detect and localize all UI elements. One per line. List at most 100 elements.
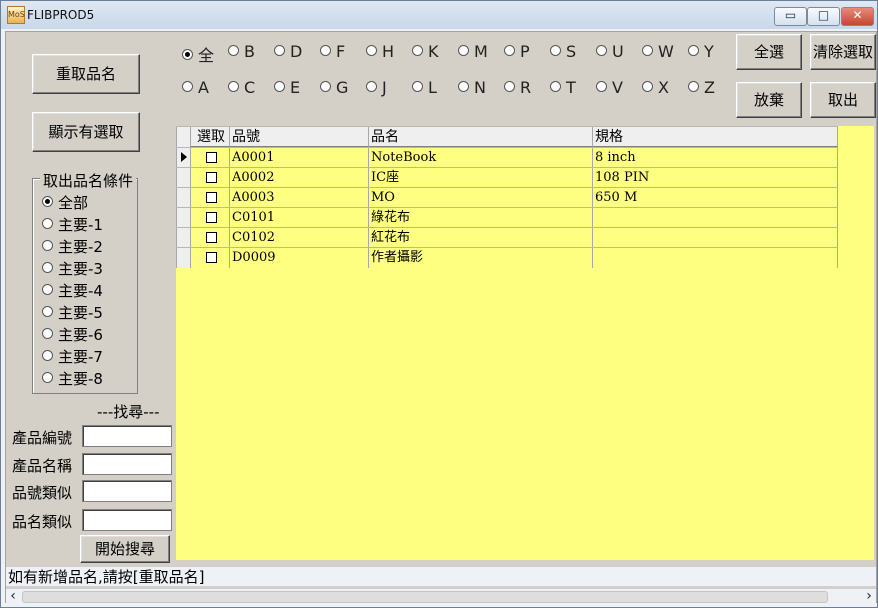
letter-radio-h[interactable]: H [366,42,394,61]
radio-main-5[interactable]: 主要-5 [42,302,103,322]
header-product-id: 品號 [229,127,368,147]
letter-radio-j[interactable]: J [366,78,387,97]
letter-radio-z[interactable]: Z [688,78,715,97]
top-toolbar: 全 B D F H K M P S U W Y A C E G J L N R … [176,32,876,126]
horizontal-scrollbar[interactable]: ‹ › [6,588,876,603]
main-window: MoS FLIBPROD5 ▭ □ ✕ 重取品名 顯示有選取 取出品名條件 全部… [0,0,878,608]
checkbox-icon[interactable] [205,212,217,223]
client-area: 重取品名 顯示有選取 取出品名條件 全部 主要-1 主要-2 主要-3 主要-4… [5,31,877,603]
product-name-cell: MO [368,188,592,208]
product-id-cell: A0003 [229,188,368,208]
radio-icon [458,81,469,92]
letter-radio-u[interactable]: U [596,42,624,61]
show-selected-button[interactable]: 顯示有選取 [32,112,140,152]
letter-radio-r[interactable]: R [504,78,531,97]
table-row[interactable]: A0003 MO 650 M [176,187,838,208]
radio-icon [412,81,423,92]
grid-header: 選取 品號 品名 規格 [176,126,838,147]
table-row[interactable]: D0009 作者攝影 [176,247,838,268]
radio-main-6[interactable]: 主要-6 [42,324,103,344]
checkbox-icon[interactable] [205,252,217,263]
letter-radio-p[interactable]: P [504,42,530,61]
header-corner [176,127,191,147]
letter-radio-v[interactable]: V [596,78,623,97]
row-checkbox-cell[interactable] [190,168,229,188]
letter-filter: 全 B D F H K M P S U W Y A C E G J L N R … [182,40,728,110]
similar-id-label: 品號類似 [12,484,73,502]
row-checkbox-cell[interactable] [190,188,229,208]
row-checkbox-cell[interactable] [190,148,229,168]
spec-cell [592,208,838,228]
minimize-button[interactable]: ▭ [774,7,807,26]
letter-radio-g[interactable]: G [320,78,348,97]
checkbox-icon[interactable] [205,192,217,203]
close-button[interactable]: ✕ [841,7,874,26]
scroll-left-icon[interactable]: ‹ [6,589,20,603]
checkbox-icon[interactable] [205,232,217,243]
spec-cell: 108 PIN [592,168,838,188]
letter-radio-t[interactable]: T [550,78,576,97]
letter-radio-m[interactable]: M [458,42,488,61]
radio-main-2[interactable]: 主要-2 [42,236,103,256]
letter-radio-k[interactable]: K [412,42,439,61]
cancel-button[interactable]: 放棄 [736,82,802,118]
row-checkbox-cell[interactable] [190,228,229,248]
radio-main-8[interactable]: 主要-8 [42,368,103,388]
similar-id-input[interactable] [82,480,172,502]
letter-radio-x[interactable]: X [642,78,669,97]
scroll-right-icon[interactable]: › [862,589,876,603]
row-header [176,228,191,248]
reload-names-button[interactable]: 重取品名 [32,54,140,94]
maximize-button[interactable]: □ [807,7,840,26]
letter-radio-a[interactable]: A [182,78,209,97]
letter-radio-d[interactable]: D [274,42,302,61]
letter-radio-n[interactable]: N [458,78,486,97]
radio-main-1[interactable]: 主要-1 [42,214,103,234]
row-checkbox-cell[interactable] [190,208,229,228]
similar-name-input[interactable] [82,509,172,531]
similar-name-label: 品名類似 [12,513,73,531]
table-row[interactable]: A0002 IC座 108 PIN [176,167,838,188]
radio-icon [42,284,53,295]
radio-icon [42,372,53,383]
radio-icon [42,262,53,273]
radio-icon [688,45,699,56]
radio-icon [366,45,377,56]
radio-icon [596,45,607,56]
clear-selection-button[interactable]: 清除選取 [810,34,876,70]
product-name-input[interactable] [82,453,172,475]
radio-main-4[interactable]: 主要-4 [42,280,103,300]
letter-radio-s[interactable]: S [550,42,576,61]
radio-selected-icon [42,196,53,207]
select-all-button[interactable]: 全選 [736,34,802,70]
radio-icon [42,306,53,317]
table-row[interactable]: C0101 綠花布 [176,207,838,228]
start-search-button[interactable]: 開始搜尋 [80,535,170,563]
table-row[interactable]: C0102 紅花布 [176,227,838,248]
radio-all[interactable]: 全部 [42,192,88,212]
letter-radio-b[interactable]: B [228,42,255,61]
row-checkbox-cell[interactable] [190,248,229,268]
radio-icon [228,81,239,92]
row-header [176,188,191,208]
letter-radio-c[interactable]: C [228,78,255,97]
radio-icon [366,81,377,92]
letter-radio-e[interactable]: E [274,78,300,97]
checkbox-icon[interactable] [205,152,217,163]
letter-radio-f[interactable]: F [320,42,345,61]
letter-radio-y[interactable]: Y [688,42,714,61]
product-name-cell: IC座 [368,168,592,188]
scrollbar-thumb[interactable] [22,591,828,603]
take-out-button[interactable]: 取出 [810,82,876,118]
spec-cell: 650 M [592,188,838,208]
letter-radio-all[interactable]: 全 [182,42,214,66]
letter-radio-l[interactable]: L [412,78,437,97]
letter-radio-w[interactable]: W [642,42,674,61]
product-id-input[interactable] [82,425,172,447]
radio-icon [550,81,561,92]
radio-main-3[interactable]: 主要-3 [42,258,103,278]
checkbox-icon[interactable] [205,172,217,183]
find-title: ---找尋--- [97,403,160,421]
table-row[interactable]: A0001 NoteBook 8 inch [176,147,838,168]
radio-main-7[interactable]: 主要-7 [42,346,103,366]
